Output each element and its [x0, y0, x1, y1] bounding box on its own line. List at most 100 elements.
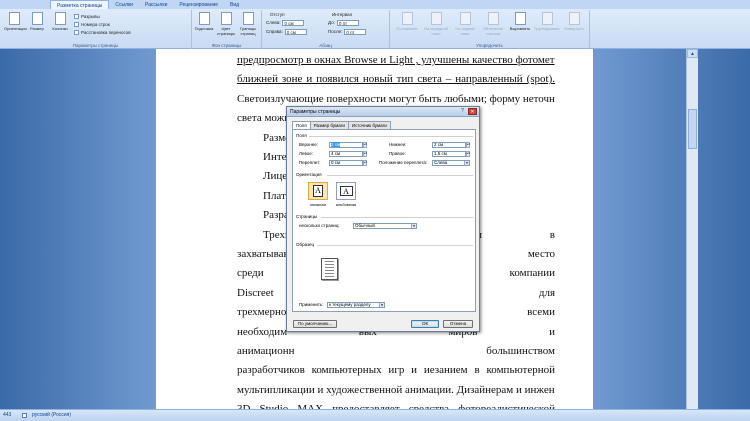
indent-left: Слева: 0 см: [266, 19, 305, 26]
chevron-down-icon: ▼: [464, 161, 469, 165]
vertical-scrollbar[interactable]: ▲: [686, 49, 698, 409]
document-line: анимационн большинством: [237, 345, 555, 357]
gutter-position-select[interactable]: Слева ▼: [432, 160, 470, 166]
dialog-tab-paper-size[interactable]: Размер бумаги: [309, 121, 349, 129]
document-line: мультипликации и художественной анимации…: [237, 383, 555, 396]
ok-button[interactable]: ОК: [411, 320, 439, 328]
hyphenation-icon: [74, 30, 79, 36]
group-paragraph: Отступ Слева: 0 см Справа: 0 см Интервал Д…: [262, 10, 390, 49]
line-numbers-icon: [74, 22, 79, 28]
bottom-margin-label: Нижнее:: [389, 142, 407, 147]
tab-references[interactable]: Ссылки: [109, 0, 139, 9]
spellcheck-icon[interactable]: [22, 413, 27, 418]
top-margin-input[interactable]: 2 см: [329, 142, 363, 148]
multiple-pages-label: несколько страниц:: [299, 223, 340, 228]
spacing-after: После: 0 пт: [328, 28, 367, 35]
language-indicator[interactable]: русский (Россия): [32, 410, 71, 421]
spacing-before-input[interactable]: 0 пт: [336, 19, 359, 26]
columns-icon: [54, 12, 66, 25]
preview-section-title: Образец: [296, 242, 315, 247]
gutter-position-label: Положение переплета:: [379, 160, 428, 165]
left-margin-input[interactable]: 4 см: [329, 151, 363, 157]
apply-to-label: Применить:: [299, 302, 324, 307]
top-margin-spinner[interactable]: ▴▾: [363, 142, 367, 148]
breaks-icon: [74, 14, 79, 20]
help-icon[interactable]: ?: [459, 108, 466, 115]
document-line: предпросмотр в окнах Browse и Light , ул…: [237, 54, 555, 66]
line-numbers-button[interactable]: Номера строк: [74, 21, 110, 28]
align-icon: [514, 12, 526, 25]
dialog-tab-paper-source[interactable]: Источник бумаги: [347, 121, 391, 129]
size-button[interactable]: Размер: [27, 12, 47, 38]
hyphenation-button[interactable]: Расстановка переносов: [74, 29, 131, 36]
default-button[interactable]: По умолчанию...: [293, 320, 337, 328]
right-margin-input[interactable]: 1,5 см: [432, 151, 466, 157]
rotate-button[interactable]: Повернуть: [562, 12, 586, 38]
gutter-input[interactable]: 0 см: [329, 160, 363, 166]
gutter-spinner[interactable]: ▴▾: [363, 160, 367, 166]
group-page-setup: Ориентация Размер Колонки Разрывы Номера…: [0, 10, 192, 49]
left-margin-spinner[interactable]: ▴▾: [363, 151, 367, 157]
section-divider: [321, 217, 473, 218]
page-setup-dialog: Параметры страницы ? ✕ Поля Размер бумаг…: [286, 106, 480, 332]
tab-mailings[interactable]: Рассылки: [139, 0, 173, 9]
bottom-margin-spinner[interactable]: ▴▾: [466, 142, 470, 148]
chevron-down-icon: ▼: [379, 303, 384, 307]
pages-section-title: Страницы: [296, 214, 318, 219]
text-wrap-icon: [487, 12, 499, 25]
chevron-down-icon: ▼: [411, 224, 416, 228]
apply-to-select[interactable]: к текущему разделу ▼: [327, 302, 385, 308]
spacing-before: До: 0 пт: [328, 19, 359, 26]
orientation-section-title: Ориентация: [296, 172, 322, 177]
breaks-button[interactable]: Разрывы: [74, 13, 100, 20]
margins-section-title: Поля: [296, 133, 307, 138]
indent-right-input[interactable]: 0 см: [284, 28, 307, 35]
dialog-titlebar[interactable]: Параметры страницы ? ✕: [287, 107, 479, 117]
align-button[interactable]: Выровнять: [508, 12, 532, 38]
tab-page-layout[interactable]: Разметка страницы: [50, 0, 110, 9]
send-back-icon: [459, 12, 471, 25]
indent-right: Справа: 0 см: [266, 28, 307, 35]
portrait-option[interactable]: A: [308, 182, 328, 200]
landscape-label: альбомная: [335, 202, 357, 207]
text-wrap-button[interactable]: Обтекание текстом: [480, 12, 506, 38]
section-divider: [317, 245, 473, 246]
spacing-after-input[interactable]: 0 пт: [344, 28, 367, 35]
bring-front-icon: [430, 12, 442, 25]
cancel-button[interactable]: Отмена: [443, 320, 473, 328]
rotate-icon: [568, 12, 580, 25]
ribbon-groups: Ориентация Размер Колонки Разрывы Номера…: [0, 10, 750, 49]
status-bar: 443 русский (Россия): [0, 409, 750, 421]
indent-title: Отступ: [270, 12, 285, 17]
ribbon: Разметка страницы Ссылки Рассылки Реценз…: [0, 0, 750, 49]
word-count[interactable]: 443: [3, 410, 11, 421]
group-arrange: Положение На передний план На задний пла…: [390, 10, 590, 49]
tab-view[interactable]: Вид: [224, 0, 245, 9]
columns-button[interactable]: Колонки: [50, 12, 70, 38]
spacing-title: Интервал: [332, 12, 353, 17]
right-margin-label: Правое:: [389, 151, 406, 156]
section-divider: [327, 175, 473, 176]
orientation-button[interactable]: Ориентация: [4, 12, 27, 38]
watermark-icon: [198, 12, 210, 25]
page-borders-button[interactable]: Границы страниц: [238, 12, 258, 38]
scroll-thumb[interactable]: [688, 109, 697, 149]
watermark-button[interactable]: Подложка: [194, 12, 214, 38]
position-icon: [401, 12, 413, 25]
right-margin-spinner[interactable]: ▴▾: [466, 151, 470, 157]
landscape-option[interactable]: A: [336, 182, 356, 200]
indent-left-input[interactable]: 0 см: [282, 19, 305, 26]
group-label-page-background: Фон страницы: [211, 43, 242, 48]
bring-front-button[interactable]: На передний план: [422, 12, 450, 38]
multiple-pages-select[interactable]: Обычный ▼: [353, 223, 417, 229]
group-label-arrange: Упорядочить: [476, 43, 503, 48]
tab-review[interactable]: Рецензирование: [173, 0, 224, 9]
group-button[interactable]: Группировать: [534, 12, 560, 38]
position-button[interactable]: Положение: [394, 12, 420, 38]
page-color-button[interactable]: Цвет страницы: [216, 12, 236, 38]
send-back-button[interactable]: На задний план: [452, 12, 478, 38]
close-icon[interactable]: ✕: [468, 108, 477, 115]
scroll-up-icon[interactable]: ▲: [687, 49, 698, 58]
page-borders-icon: [242, 12, 254, 25]
bottom-margin-input[interactable]: 2 см: [432, 142, 466, 148]
